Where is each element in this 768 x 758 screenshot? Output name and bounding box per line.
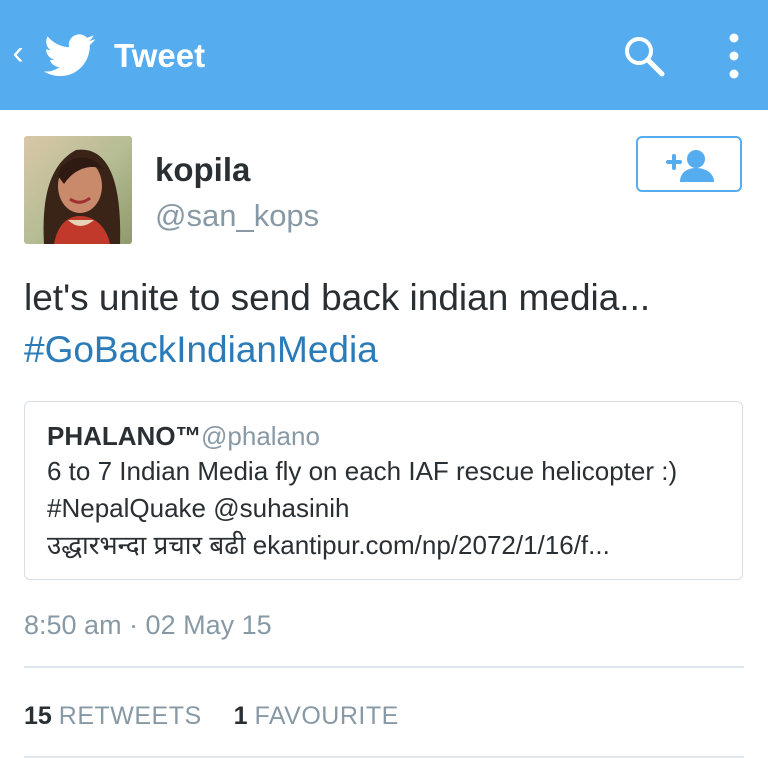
page-title: Tweet [114,37,206,74]
quoted-author-handle: @phalano [201,421,320,451]
top-app-bar: ‹ Tweet [0,0,768,110]
tweet-stats: 15 RETWEETS 1 FAVOURITE [24,700,399,732]
avatar[interactable] [24,136,132,244]
author-handle[interactable]: @san_kops [155,198,319,234]
twitter-bird-icon[interactable] [44,34,96,78]
follow-button[interactable] [636,136,742,192]
overflow-menu-icon[interactable] [722,32,746,80]
quoted-text-line: उद्धारभन्दा प्रचार बढी ekantipur.com/np/… [47,530,610,560]
favourites-stat[interactable]: 1 FAVOURITE [234,702,399,730]
tweet-timestamp: 8:50 am · 02 May 15 [24,610,272,640]
quoted-text-line: 6 to 7 Indian Media fly on each IAF resc… [47,456,678,486]
favourites-count: 1 [233,702,248,730]
quoted-tweet-card[interactable]: PHALANO™ @phalano 6 to 7 Indian Media fl… [24,401,743,580]
chevron-left-icon[interactable]: ‹ [8,36,28,72]
quoted-author-name: PHALANO™ [47,421,202,451]
search-icon[interactable] [622,34,666,78]
tweet-body: let's unite to send back indian media... [24,277,651,318]
add-user-icon [666,150,714,182]
divider [24,666,744,668]
author-name[interactable]: kopila [155,152,250,188]
tweet-text: let's unite to send back indian media...… [24,272,744,376]
quoted-text-line: #NepalQuake @suhasinih [47,493,350,523]
retweets-stat[interactable]: 15 RETWEETS [24,702,209,730]
favourites-label: FAVOURITE [254,702,399,730]
retweets-label: RETWEETS [58,702,202,730]
retweets-count: 15 [24,702,52,730]
tweet-hashtag-link[interactable]: #GoBackIndianMedia [24,324,744,376]
